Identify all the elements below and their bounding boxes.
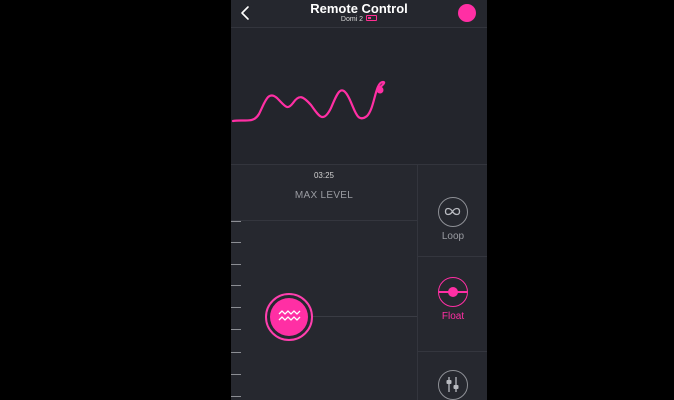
max-level-divider xyxy=(231,220,417,221)
battery-low-icon xyxy=(366,15,378,22)
device-name: Domi 2 xyxy=(340,16,364,23)
level-tick xyxy=(231,307,241,308)
level-tick xyxy=(231,329,241,330)
pattern-waveform xyxy=(231,28,487,164)
mode-label: Loop xyxy=(441,231,465,242)
mode-label: Float xyxy=(441,311,465,322)
level-tick xyxy=(231,285,241,286)
level-tick xyxy=(231,264,241,265)
waveform-graph xyxy=(231,80,386,123)
mode-custom[interactable] xyxy=(418,370,487,400)
intensity-knob[interactable] xyxy=(265,293,313,341)
remote-control-screen: Remote Control Domi 2 03:25 MAX LEVEL Lo… xyxy=(231,0,487,400)
mode-divider xyxy=(418,351,487,352)
user-avatar-icon[interactable] xyxy=(458,4,476,22)
max-level-label: MAX LEVEL xyxy=(294,190,354,201)
current-level-line xyxy=(311,316,417,317)
intensity-control: 03:25 MAX LEVEL xyxy=(231,164,417,400)
wave-icon xyxy=(278,310,301,321)
level-tick xyxy=(231,396,241,397)
mode-divider xyxy=(418,256,487,257)
level-tick xyxy=(231,221,241,222)
timer: 03:25 xyxy=(313,171,335,180)
infinity-icon xyxy=(438,197,468,227)
mode-loop[interactable]: Loop xyxy=(418,197,487,242)
device-status: Domi 2 xyxy=(231,15,487,23)
sliders-icon xyxy=(438,370,468,400)
header-bar: Remote Control Domi 2 xyxy=(231,0,487,28)
level-tick xyxy=(231,352,241,353)
knob-fill xyxy=(270,298,308,336)
float-icon xyxy=(438,277,468,307)
waveform-endpoint xyxy=(376,86,384,94)
level-tick xyxy=(231,374,241,375)
level-tick xyxy=(231,242,241,243)
mode-float[interactable]: Float xyxy=(418,277,487,322)
page-title: Remote Control xyxy=(310,1,408,16)
mode-panel: Loop Float xyxy=(417,164,487,400)
